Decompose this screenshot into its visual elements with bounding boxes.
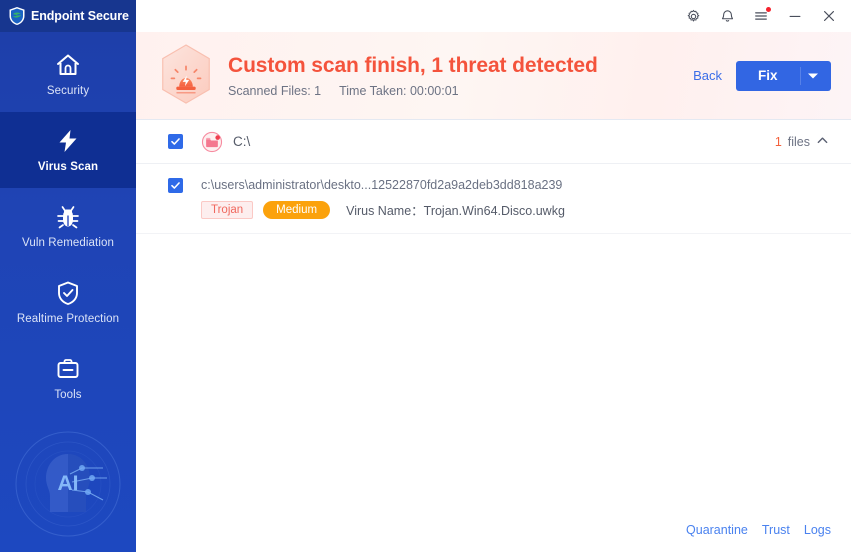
menu-button[interactable] — [751, 6, 771, 26]
scan-result-header: Custom scan finish, 1 threat detected Sc… — [136, 32, 851, 120]
threat-row[interactable]: c:\users\administrator\deskto...12522870… — [136, 164, 851, 234]
sidebar-item-tools[interactable]: Tools — [0, 340, 136, 416]
chevron-up-icon[interactable] — [816, 134, 829, 150]
scanned-files-count: Scanned Files: 1 — [228, 83, 322, 98]
footer-links: Quarantine Trust Logs — [136, 508, 851, 552]
file-count-unit: files — [787, 134, 810, 149]
shield-check-icon — [55, 280, 81, 306]
ai-watermark-text: AI — [58, 472, 79, 495]
quarantine-link[interactable]: Quarantine — [686, 523, 748, 537]
bell-icon — [720, 9, 735, 24]
back-button[interactable]: Back — [693, 68, 722, 83]
sidebar-item-label: Realtime Protection — [16, 312, 120, 325]
fix-button-divider — [800, 66, 801, 85]
toolbox-icon — [55, 356, 81, 382]
bug-icon — [55, 204, 81, 230]
sidebar-item-label: Vuln Remediation — [22, 236, 114, 249]
close-icon — [821, 8, 837, 24]
threat-details: c:\users\administrator\deskto...12522870… — [201, 178, 829, 219]
ai-watermark-graphic: AI — [8, 424, 128, 544]
threat-severity-badge: Medium — [263, 200, 331, 219]
notifications-button[interactable] — [717, 6, 737, 26]
fix-button-label: Fix — [758, 68, 778, 83]
file-count-toggle[interactable]: 1 files — [775, 134, 829, 150]
drive-label: C:\ — [233, 134, 251, 149]
scan-status-title: Custom scan finish, 1 threat detected — [228, 53, 598, 77]
sidebar-item-security[interactable]: Security — [0, 36, 136, 112]
drive-group-checkbox[interactable] — [168, 134, 183, 149]
close-button[interactable] — [819, 6, 839, 26]
sidebar-item-label: Security — [46, 84, 90, 97]
sidebar-item-label: Virus Scan — [37, 160, 99, 173]
sidebar-item-label: Tools — [54, 388, 82, 401]
sidebar-item-vuln-remediation[interactable]: Vuln Remediation — [0, 188, 136, 264]
drive-group-row[interactable]: C:\ 1 files — [136, 120, 851, 164]
brand-header: Endpoint Secure — [0, 0, 136, 32]
scan-results-list: C:\ 1 files c:\users\administrator\deskt… — [136, 120, 851, 508]
shield-logo-icon — [8, 6, 26, 26]
application-window: Endpoint Secure Security Virus Scan Vuln… — [0, 0, 851, 552]
threat-type-badge: Trojan — [201, 200, 254, 219]
file-count-number: 1 — [774, 134, 782, 149]
minimize-button[interactable] — [785, 6, 805, 26]
folder-alert-icon — [201, 131, 223, 153]
scan-meta: Scanned Files: 1 Time Taken: 00:00:01 — [228, 84, 693, 98]
main-area: Custom scan finish, 1 threat detected Sc… — [136, 0, 851, 552]
gear-icon — [686, 9, 701, 24]
trust-link[interactable]: Trust — [762, 523, 790, 537]
fix-button[interactable]: Fix — [736, 60, 831, 91]
threat-file-path: c:\users\administrator\deskto...12522870… — [201, 178, 563, 192]
alarm-hexagon-icon — [154, 41, 218, 111]
header-text-block: Custom scan finish, 1 threat detected Sc… — [228, 54, 693, 98]
threat-tag-line: Trojan Medium Virus Name：Trojan.Win64.Di… — [201, 200, 829, 219]
sidebar-nav: Security Virus Scan Vuln Remediation Rea… — [0, 32, 136, 416]
sidebar-item-realtime-protection[interactable]: Realtime Protection — [0, 264, 136, 340]
time-taken: Time Taken: 00:00:01 — [339, 83, 459, 98]
virus-name-label: Virus Name：Trojan.Win64.Disco.uwkg — [346, 204, 565, 218]
chevron-down-icon[interactable] — [808, 73, 818, 78]
notification-badge-dot — [766, 7, 771, 12]
lightning-icon — [55, 128, 81, 154]
settings-button[interactable] — [683, 6, 703, 26]
header-actions: Back Fix — [693, 60, 831, 91]
sidebar: Endpoint Secure Security Virus Scan Vuln… — [0, 0, 136, 552]
home-icon — [55, 52, 81, 78]
logs-link[interactable]: Logs — [804, 523, 831, 537]
minimize-icon — [787, 8, 803, 24]
sidebar-item-virus-scan[interactable]: Virus Scan — [0, 112, 136, 188]
threat-checkbox[interactable] — [168, 178, 183, 193]
window-titlebar — [136, 0, 851, 32]
brand-name: Endpoint Secure — [31, 9, 129, 23]
